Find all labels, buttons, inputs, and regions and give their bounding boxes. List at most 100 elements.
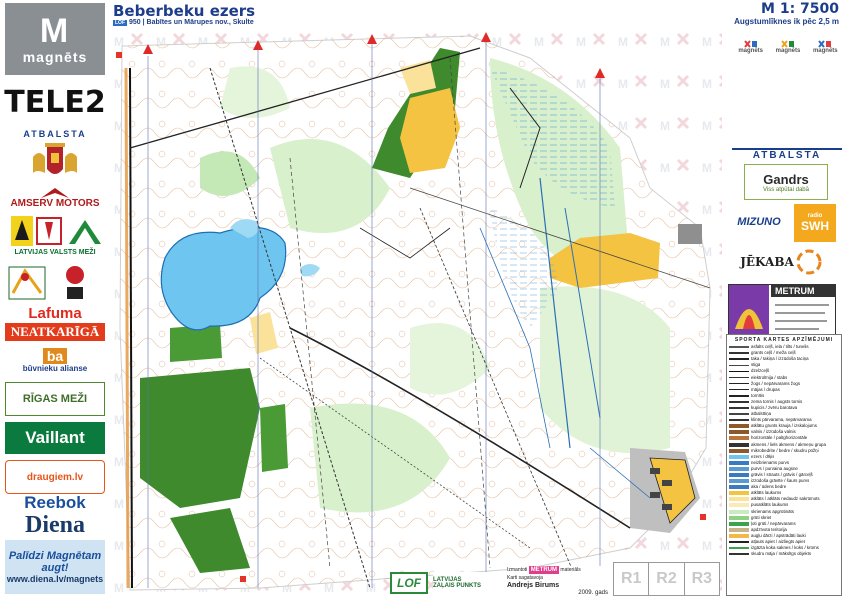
legend-label: stiga (751, 362, 761, 368)
map-legend: SPORTA KARTES APZĪMĒJUMI asfalts ceļš, i… (726, 334, 842, 596)
swh-radio-logo: radio SWH (794, 204, 836, 242)
legend-symbol-icon (729, 352, 749, 354)
gandrs-text: Gandrs (763, 171, 809, 187)
legend-rows: asfalts ceļš, iela / tilts / tunelis gran… (729, 344, 839, 557)
legend-symbol-icon (729, 521, 749, 526)
legend-symbol-icon (729, 473, 749, 478)
magnets-small-1: magnēts (738, 40, 763, 66)
legend-label: grāvis / strauts / grāvis / gārceļš (751, 472, 813, 478)
legend-label: dzelzceļš (751, 368, 770, 374)
legend-label: atklātu grunts krauja / izskalojums (751, 423, 817, 429)
palidzi-banner[interactable]: Palīdzi Magnētam augt! www.diena.lv/magn… (5, 540, 105, 594)
legend-label: klints pārvarama, nepārvarama (751, 417, 812, 423)
legend-symbol-icon (729, 382, 749, 385)
legend-symbol-icon (729, 442, 749, 447)
legend-label: valnis / izzūdoša valnis (751, 429, 796, 435)
legend-label: grants ceļš / meža ceļš (751, 350, 796, 356)
legend-symbol-icon (729, 553, 749, 555)
legend-symbol-icon (729, 533, 749, 538)
relay-box-r3: R3 (691, 570, 713, 587)
jekaba-logo: JĒKABA (728, 246, 836, 278)
palidzi-url[interactable]: www.diena.lv/magnets (7, 574, 103, 584)
legend-symbol-icon (729, 346, 749, 348)
zalais-line-2: ZAĻAIS PUNKTS (433, 583, 481, 589)
legend-symbol-icon (729, 364, 749, 367)
legend-label: ļoti grūti / nepārvarams (751, 520, 796, 526)
orienteering-map[interactable]: M (110, 28, 722, 596)
map-location: 950 | Babītes un Mārupes nov., Skulte (129, 19, 254, 26)
rigas-mezi-logo: RĪGAS MEŽI (5, 382, 105, 416)
metrum-text: METRUM (775, 286, 815, 296)
legend-label: akmens / liels akmens / akmeņu grupa (751, 441, 826, 447)
jekaba-circle-icon (796, 249, 822, 275)
magnets-logo: M magnēts (5, 3, 105, 75)
map-scale: M 1: 7500 (761, 1, 839, 17)
sports-logo-row (5, 262, 105, 304)
legend-symbol-icon (729, 395, 749, 397)
legend-label: žogs / nepārvarams žogs (751, 380, 801, 386)
legend-label: atļauts apiet / aizliegts apiet (751, 539, 805, 545)
legend-label: skudru māja / mākslīgs objekts (751, 551, 812, 557)
legend-symbol-icon (729, 515, 749, 520)
legend-label: horizontāle / palīghorizontāle (751, 435, 808, 441)
legend-label: skrienams apgrūtināts (751, 508, 794, 514)
legend-symbol-icon (729, 466, 749, 471)
right-panel: magnēts magnēts magnēts ATBALSTA Gandrs … (722, 28, 847, 600)
legend-symbol-icon (729, 479, 749, 484)
legend-symbol-icon (729, 503, 749, 508)
lvm-text: LATVIJAS VALSTS MEŽI (14, 248, 96, 256)
legend-symbol-icon (729, 436, 749, 441)
vaillant-logo: Vaillant (5, 422, 105, 454)
legend-symbol-icon (729, 424, 749, 429)
diena-logo: Diena (25, 511, 85, 538)
coat-of-arms-icon (5, 142, 105, 184)
gandrs-tagline: Viss atpūtai dabā (763, 186, 809, 193)
legend-symbol-icon (729, 358, 749, 360)
legend-label: asfalts ceļš, iela / tilts / tunelis (751, 344, 809, 350)
legend-label: tornītis (751, 392, 765, 398)
swh-text: SWH (801, 219, 829, 233)
orienteering-map-sheet: M magnēts TELE2 ATBALSTA AMSERV MOTORS L… (0, 0, 847, 600)
legend-symbol-icon (729, 541, 749, 543)
contour-interval: Augstumlīknes ik pēc 2,5 m (734, 17, 839, 26)
magnets-small-3: magnēts (813, 40, 838, 66)
relay-box-r2: R2 (649, 563, 685, 595)
legend-label: ezers / dīķis (751, 453, 775, 459)
amserv-wing-icon (41, 187, 69, 198)
map-title: Beberbeku ezers (113, 2, 256, 20)
legend-label: elektrolīnija / stabs (751, 374, 788, 380)
legend-symbol-icon (729, 370, 749, 373)
legend-title: SPORTA KARTES APZĪMĒJUMI (734, 337, 834, 343)
legend-label: apdzīvota teritorija (751, 526, 787, 532)
legend-symbol-icon (729, 430, 749, 435)
buvnieku-text: būvnieku alianse (22, 363, 88, 373)
legend-label: izzūdoša grāvīte / šaurs purvs (751, 478, 810, 484)
mizuno-logo: MIZUNO (737, 216, 781, 228)
legend-symbol-icon (729, 407, 749, 409)
legend-label: aka / ūdens bedre (751, 484, 787, 490)
amserv-logo: AMSERV MOTORS (5, 186, 105, 210)
left-sponsor-column: M magnēts TELE2 ATBALSTA AMSERV MOTORS L… (0, 0, 110, 600)
magnets-small-1-icon (743, 40, 757, 48)
legend-item: skudru māja / mākslīgs objekts (729, 551, 839, 557)
magnets-mark: M (39, 12, 71, 50)
buvnieku-alianse-logo: ba būvnieku alianse (5, 345, 105, 375)
legend-label: neizbrienams purvs (751, 459, 790, 465)
palidzi-heading: Palīdzi Magnētam augt! (8, 550, 102, 574)
zalais-punkts-logo: LATVIJAS ZAĻAIS PUNKTS (433, 572, 505, 594)
amserv-text: AMSERV MOTORS (10, 197, 100, 209)
lafuma-logo: Lafuma (28, 304, 82, 322)
legend-label: mājas / drupas (751, 386, 780, 392)
legend-label: atklāts / atklāts nedaudz sakrūmots (751, 496, 820, 502)
legend-label: atbalsttiņa (751, 411, 772, 417)
magnets-name: magnēts (22, 49, 88, 65)
magnets-small-logos: magnēts magnēts magnēts (732, 40, 844, 66)
map-footer: LOF LATVIJAS ZAĻAIS PUNKTS Izmantoti MET… (385, 566, 610, 598)
legend-label: pusatklāts laukums (751, 502, 789, 508)
legend-label: zema tornis / augsts tornis (751, 398, 803, 404)
legend-symbol-icon (729, 419, 749, 421)
relay-box-r1: R1 (614, 563, 650, 595)
metrum-credit: METRUM (528, 566, 560, 574)
draugiem-logo: draugiem.lv (5, 460, 105, 494)
legend-label: grūti skriet (751, 514, 772, 520)
